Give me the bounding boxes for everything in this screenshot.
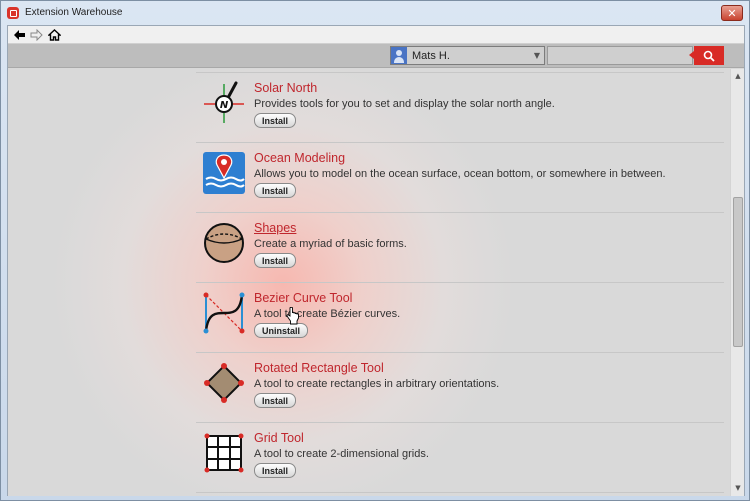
list-item: Grid Tool A tool to create 2-dimensional… — [196, 423, 724, 493]
app-logo-icon — [7, 7, 19, 19]
back-arrow-icon[interactable] — [11, 27, 27, 42]
list-item: N Solar North Provides tools for you to … — [196, 73, 724, 143]
list-item: Ocean Modeling Allows you to model on th… — [196, 143, 724, 213]
extension-name[interactable]: Rotated Rectangle Tool — [254, 361, 384, 375]
install-button[interactable]: Install — [254, 183, 297, 198]
search-input[interactable] — [547, 46, 693, 65]
extension-description: Provides tools for you to set and displa… — [254, 98, 555, 110]
extension-name[interactable]: Solar North — [254, 81, 317, 95]
scroll-down-icon[interactable]: ▼ — [733, 483, 743, 493]
extension-description: A tool to create Bézier curves. — [254, 308, 401, 320]
extension-description: Create a myriad of basic forms. — [254, 238, 407, 250]
sphere-shape-icon — [204, 223, 244, 263]
user-name: Mats H. — [412, 49, 450, 62]
hand-cursor-icon — [286, 307, 299, 325]
extension-description: A tool to create 2-dimensional grids. — [254, 448, 429, 460]
account-search-bar: Mats H. ▼ — [8, 44, 744, 68]
list-item: Bezier Curve Tool A tool to create Bézie… — [196, 283, 724, 353]
window-title: Extension Warehouse — [25, 7, 123, 18]
chevron-down-icon: ▼ — [533, 51, 541, 60]
app-window: Extension Warehouse ✕ Mats H. ▼ N Solar … — [0, 0, 750, 501]
install-button[interactable]: Install — [254, 253, 297, 268]
bezier-curve-icon — [203, 292, 245, 334]
install-button[interactable]: Install — [254, 463, 297, 478]
user-dropdown[interactable]: Mats H. ▼ — [390, 46, 545, 65]
list-item: Shapes Create a myriad of basic forms. I… — [196, 213, 724, 283]
ocean-map-pin-icon — [203, 152, 245, 194]
svg-text:N: N — [220, 100, 229, 111]
scrollbar-thumb[interactable] — [733, 197, 743, 347]
rotated-rectangle-icon — [204, 363, 244, 403]
search-button[interactable] — [689, 46, 724, 65]
install-button[interactable]: Install — [254, 113, 297, 128]
forward-arrow-icon[interactable] — [28, 27, 44, 42]
extension-name[interactable]: Ocean Modeling — [254, 151, 345, 165]
uninstall-button[interactable]: Uninstall — [254, 323, 309, 338]
client-area: Mats H. ▼ N Solar North Provides tools f… — [7, 25, 745, 496]
grid-icon — [204, 433, 244, 473]
title-bar: Extension Warehouse ✕ — [1, 1, 749, 25]
extension-name[interactable]: Grid Tool — [254, 431, 304, 445]
extension-description: A tool to create rectangles in arbitrary… — [254, 378, 500, 390]
extension-description: Allows you to model on the ocean surface… — [254, 168, 666, 180]
install-button[interactable]: Install — [254, 393, 297, 408]
vertical-scrollbar[interactable]: ▲ ▼ — [730, 69, 744, 496]
home-icon[interactable] — [46, 27, 62, 42]
extension-name[interactable]: Bezier Curve Tool — [254, 291, 352, 305]
search-icon — [703, 50, 715, 62]
navigation-bar — [8, 26, 744, 44]
scroll-up-icon[interactable]: ▲ — [733, 71, 743, 81]
solar-north-icon: N — [204, 81, 244, 123]
user-avatar-icon — [391, 47, 407, 64]
extension-name[interactable]: Shapes — [254, 221, 296, 235]
close-button[interactable]: ✕ — [721, 5, 743, 21]
list-item: Rotated Rectangle Tool A tool to create … — [196, 353, 724, 423]
extension-list-panel: N Solar North Provides tools for you to … — [8, 69, 730, 496]
